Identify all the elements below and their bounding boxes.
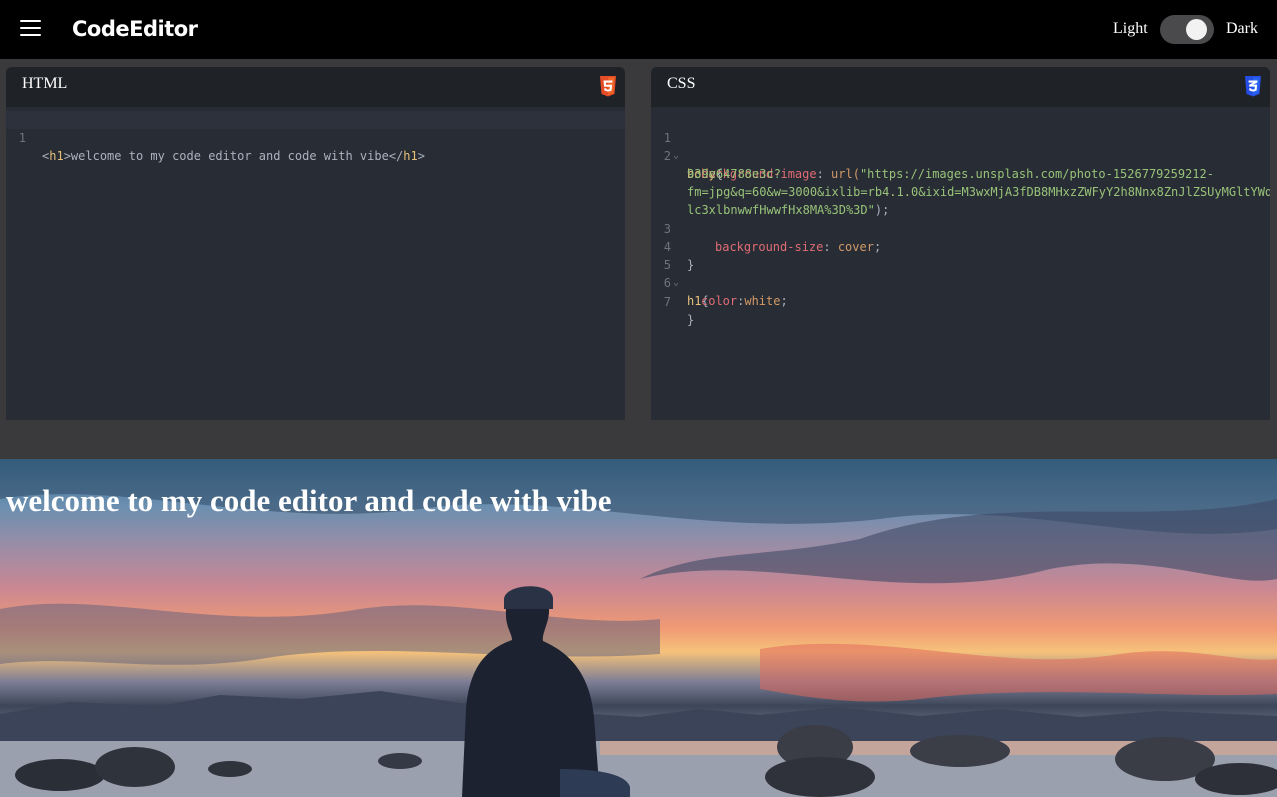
html-editor-panel: HTML 1 <h1>welcome to my code editor and… [6,67,625,420]
top-bar: CodeEditor Light Dark [0,0,1277,59]
css-panel-title: CSS [667,75,696,92]
html-code-editor[interactable]: 1 <h1>welcome to my code editor and code… [6,107,625,420]
hamburger-menu-icon[interactable] [20,20,41,36]
css-panel-header: CSS [651,67,1270,107]
html-panel-title: HTML [22,75,68,92]
line-number: 7 [663,295,671,309]
html5-icon [600,76,616,97]
html-panel-header: HTML [6,67,625,107]
code-line: 1 <h1>welcome to my code editor and code… [6,111,625,183]
css-code-editor[interactable]: 1 ⌄ body{ 2 background-image: url("https… [651,107,1270,420]
preview-heading: welcome to my code editor and code with … [6,483,612,518]
code-line: 7 } [651,275,1270,347]
theme-light-label: Light [1113,20,1148,37]
brand-logo: CodeEditor [72,17,198,41]
toggle-knob [1186,19,1207,40]
preview-output: welcome to my code editor and code with … [0,459,1277,797]
code-content: } [687,313,695,327]
theme-dark-label: Dark [1226,20,1258,37]
line-number: 1 [18,131,26,145]
code-content: <h1>welcome to my code editor and code w… [42,149,425,163]
css3-icon [1245,76,1261,97]
theme-toggle[interactable] [1160,15,1214,44]
css-editor-panel: CSS 1 ⌄ body{ 2 background-image: url("h… [651,67,1270,420]
